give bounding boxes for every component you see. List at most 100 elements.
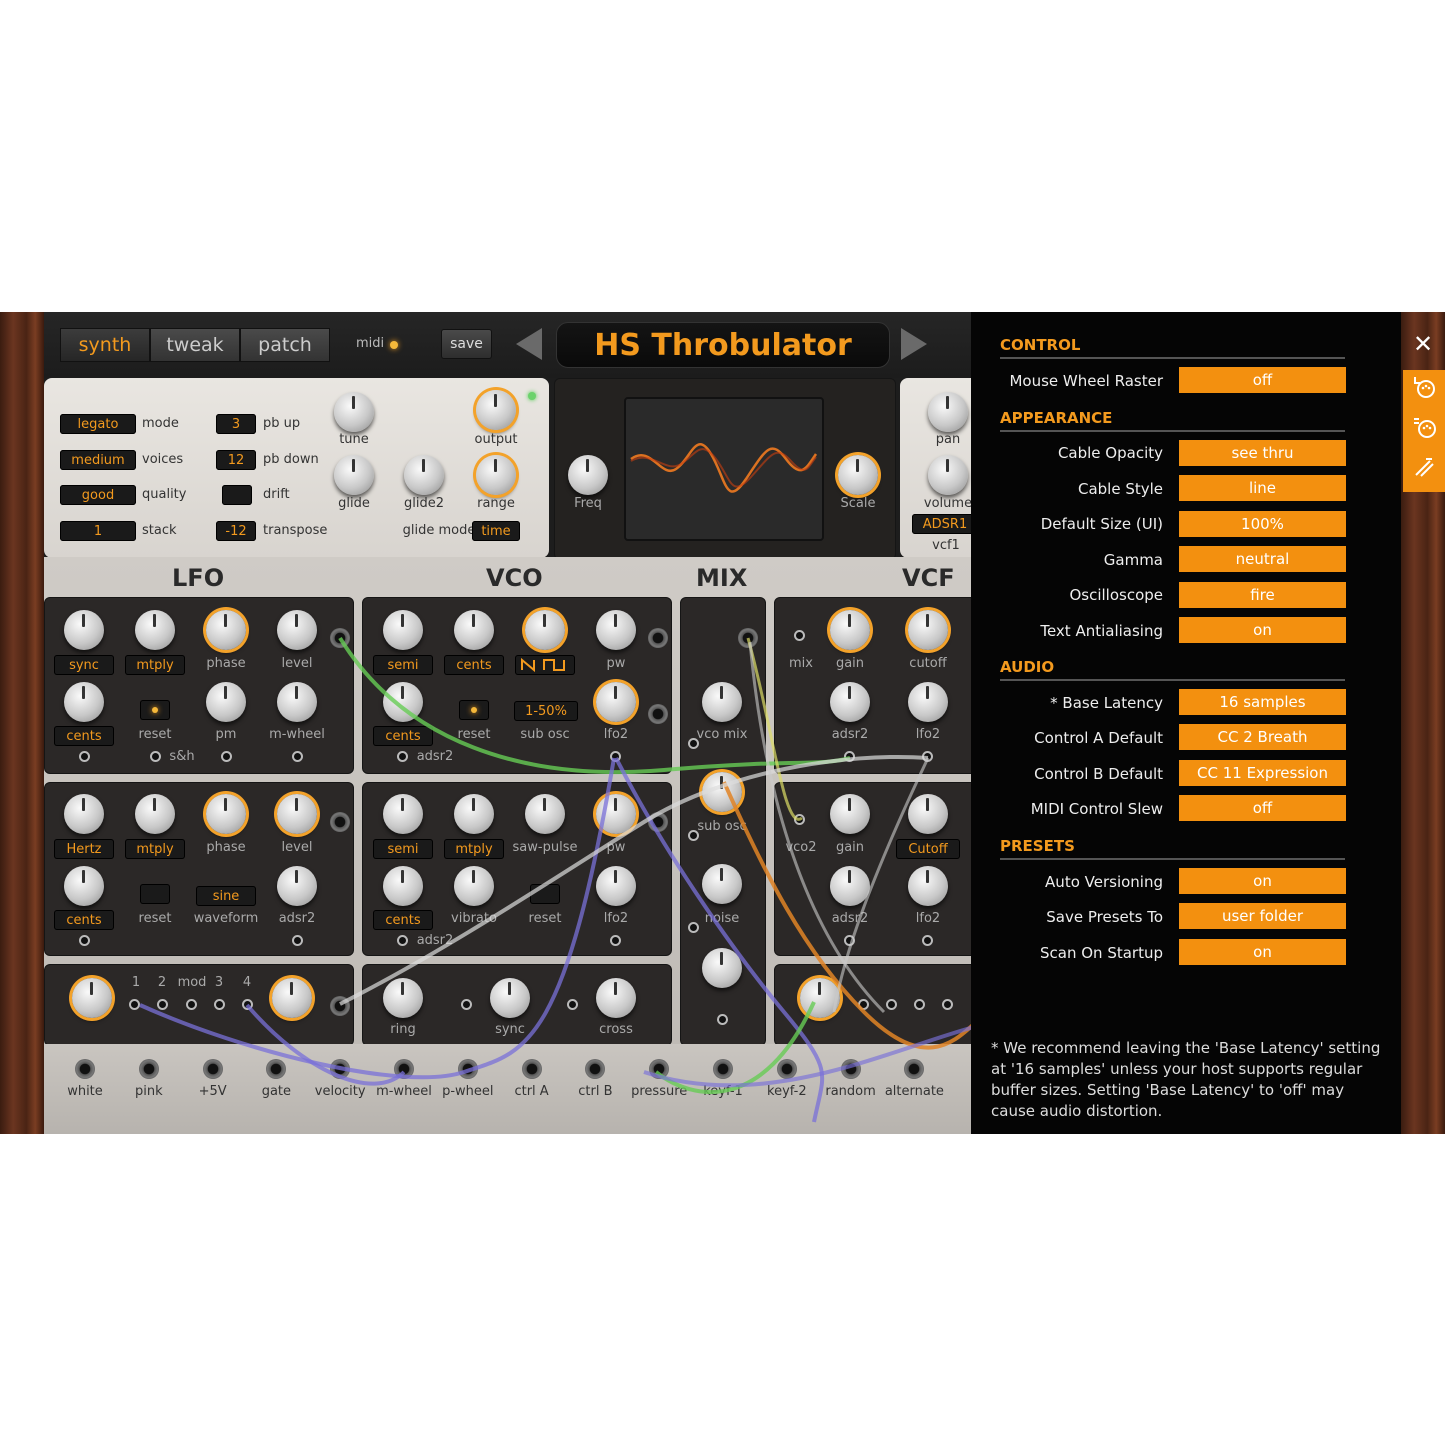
save-presets-to-value[interactable]: user folder (1179, 903, 1346, 929)
lfo1-pm-knob[interactable] (206, 682, 246, 722)
lfo1-reset-button[interactable] (140, 700, 170, 720)
vco1-semi-knob[interactable] (383, 610, 423, 650)
vco1-lfo2-jack[interactable] (610, 751, 621, 762)
lfo2-reset-button[interactable] (140, 884, 170, 904)
vcf2-adsr2-jack[interactable] (844, 935, 855, 946)
vco2-sawpulse-knob[interactable] (525, 794, 565, 834)
vco1-cents2-knob[interactable] (383, 682, 423, 722)
vco2-lfo2-jack[interactable] (610, 935, 621, 946)
vcf-mod-jack-2[interactable] (886, 999, 897, 1010)
lfo2-cents-mod-jack[interactable] (79, 935, 90, 946)
lfo2-adsr2-jack[interactable] (292, 935, 303, 946)
drift-toggle[interactable] (222, 485, 252, 505)
mix-output-jack[interactable] (738, 628, 758, 648)
vcf1-lfo2-knob[interactable] (908, 682, 948, 722)
adsr-select[interactable]: ADSR1 (912, 514, 971, 534)
vco1-lfo2-knob[interactable] (596, 682, 636, 722)
vco2-mtply-knob[interactable] (454, 794, 494, 834)
vco1-reset-button[interactable] (459, 700, 489, 720)
vco1-wave-select[interactable] (515, 655, 575, 675)
tab-tweak[interactable]: tweak (150, 328, 240, 362)
prev-patch-arrow-icon[interactable] (516, 328, 542, 360)
save-button[interactable]: save (441, 329, 492, 359)
vco1-pw-knob[interactable] (596, 610, 636, 650)
control-a-value[interactable]: CC 2 Breath (1179, 724, 1346, 750)
mod-jack-mod-a[interactable] (186, 999, 197, 1010)
vcf2-vco2-jack[interactable] (794, 814, 805, 825)
vcf2-lfo2-jack[interactable] (922, 935, 933, 946)
vco2-cents-knob[interactable] (383, 866, 423, 906)
lfo1-mwheel-jack[interactable] (292, 751, 303, 762)
sub-osc-knob[interactable] (702, 772, 742, 812)
mod-jack-2[interactable] (157, 999, 168, 1010)
lfo1-cents-knob[interactable] (64, 682, 104, 722)
vco2-output-jack[interactable] (648, 812, 668, 832)
mod-jack-1[interactable] (129, 999, 140, 1010)
lfo2-mtply-knob[interactable] (135, 794, 175, 834)
lfo1-phase-knob[interactable] (206, 610, 246, 650)
cross-input-jack[interactable] (567, 999, 578, 1010)
control-b-value[interactable]: CC 11 Expression (1179, 760, 1346, 786)
cable-opacity-value[interactable]: see thru (1179, 440, 1346, 466)
lfo-mod-left-knob[interactable] (72, 978, 112, 1018)
scale-knob[interactable] (838, 455, 878, 495)
lfo-mod-right-knob[interactable] (272, 978, 312, 1018)
lfo2-rate-knob[interactable] (64, 794, 104, 834)
mod-jack-3[interactable] (214, 999, 225, 1010)
source-jack-10[interactable] (713, 1059, 733, 1079)
lfo1-mwheel-knob[interactable] (277, 682, 317, 722)
mix-extra-jack[interactable] (717, 1014, 728, 1025)
voices-value[interactable]: medium (60, 450, 136, 470)
vcf2-cutoff-knob[interactable] (908, 794, 948, 834)
vcf1-mix-jack[interactable] (794, 630, 805, 641)
default-size-value[interactable]: 100% (1179, 511, 1346, 537)
lfo2-mtply-select[interactable]: mtply (125, 839, 185, 859)
lfo2-level-knob[interactable] (277, 794, 317, 834)
vco2-pw-knob[interactable] (596, 794, 636, 834)
glide-mode-value[interactable]: time (472, 521, 520, 541)
glide2-knob[interactable] (404, 455, 444, 495)
source-jack-12[interactable] (840, 1059, 861, 1079)
lfo1-rate-knob[interactable] (64, 610, 104, 650)
vco1-output-jack[interactable] (648, 628, 668, 648)
lfo2-phase-knob[interactable] (206, 794, 246, 834)
text-antialiasing-value[interactable]: on (1179, 617, 1346, 643)
tools-icon[interactable] (1411, 454, 1437, 480)
vco2-semi-knob[interactable] (383, 794, 423, 834)
midi-control-slew-value[interactable]: off (1179, 795, 1346, 821)
lfo2-cents-knob[interactable] (64, 866, 104, 906)
vco1-sub-output-jack[interactable] (648, 704, 668, 724)
source-jack-0[interactable] (75, 1059, 95, 1079)
gamma-value[interactable]: neutral (1179, 546, 1346, 572)
source-jack-6[interactable] (457, 1059, 478, 1079)
lfo1-mtply-select[interactable]: mtply (125, 655, 185, 675)
mix-extra-knob[interactable] (702, 948, 742, 988)
source-jack-2[interactable] (202, 1059, 223, 1079)
range-knob[interactable] (476, 455, 516, 495)
midi-learn-icon[interactable] (1411, 374, 1437, 400)
pan-knob[interactable] (928, 392, 968, 432)
vco2-reset-button[interactable] (530, 884, 560, 904)
mod-jack-4[interactable] (242, 999, 253, 1010)
vco1-cents-knob[interactable] (454, 610, 494, 650)
lfo1-level-knob[interactable] (277, 610, 317, 650)
lfo1-mtply-knob[interactable] (135, 610, 175, 650)
lfo1-pm-jack[interactable] (221, 751, 232, 762)
next-patch-arrow-icon[interactable] (901, 328, 927, 360)
freq-knob[interactable] (568, 455, 608, 495)
vco2-mtply-select[interactable]: mtply (444, 839, 504, 859)
vco1-cents2-select[interactable]: cents (373, 726, 433, 746)
vcf2-adsr2-knob[interactable] (830, 866, 870, 906)
output-knob[interactable] (476, 390, 516, 430)
stack-value[interactable]: 1 (60, 521, 136, 541)
vco2-cents-select[interactable]: cents (373, 910, 433, 930)
vco-mix-knob[interactable] (702, 682, 742, 722)
vcf-mod-jack-1[interactable] (858, 999, 869, 1010)
transpose-value[interactable]: -12 (216, 521, 256, 541)
pb-down-value[interactable]: 12 (216, 450, 256, 470)
lfo-mod-output-jack[interactable] (330, 996, 350, 1016)
sync-knob[interactable] (490, 978, 530, 1018)
quality-value[interactable]: good (60, 485, 136, 505)
vcf2-lfo2-knob[interactable] (908, 866, 948, 906)
cable-style-value[interactable]: line (1179, 475, 1346, 501)
